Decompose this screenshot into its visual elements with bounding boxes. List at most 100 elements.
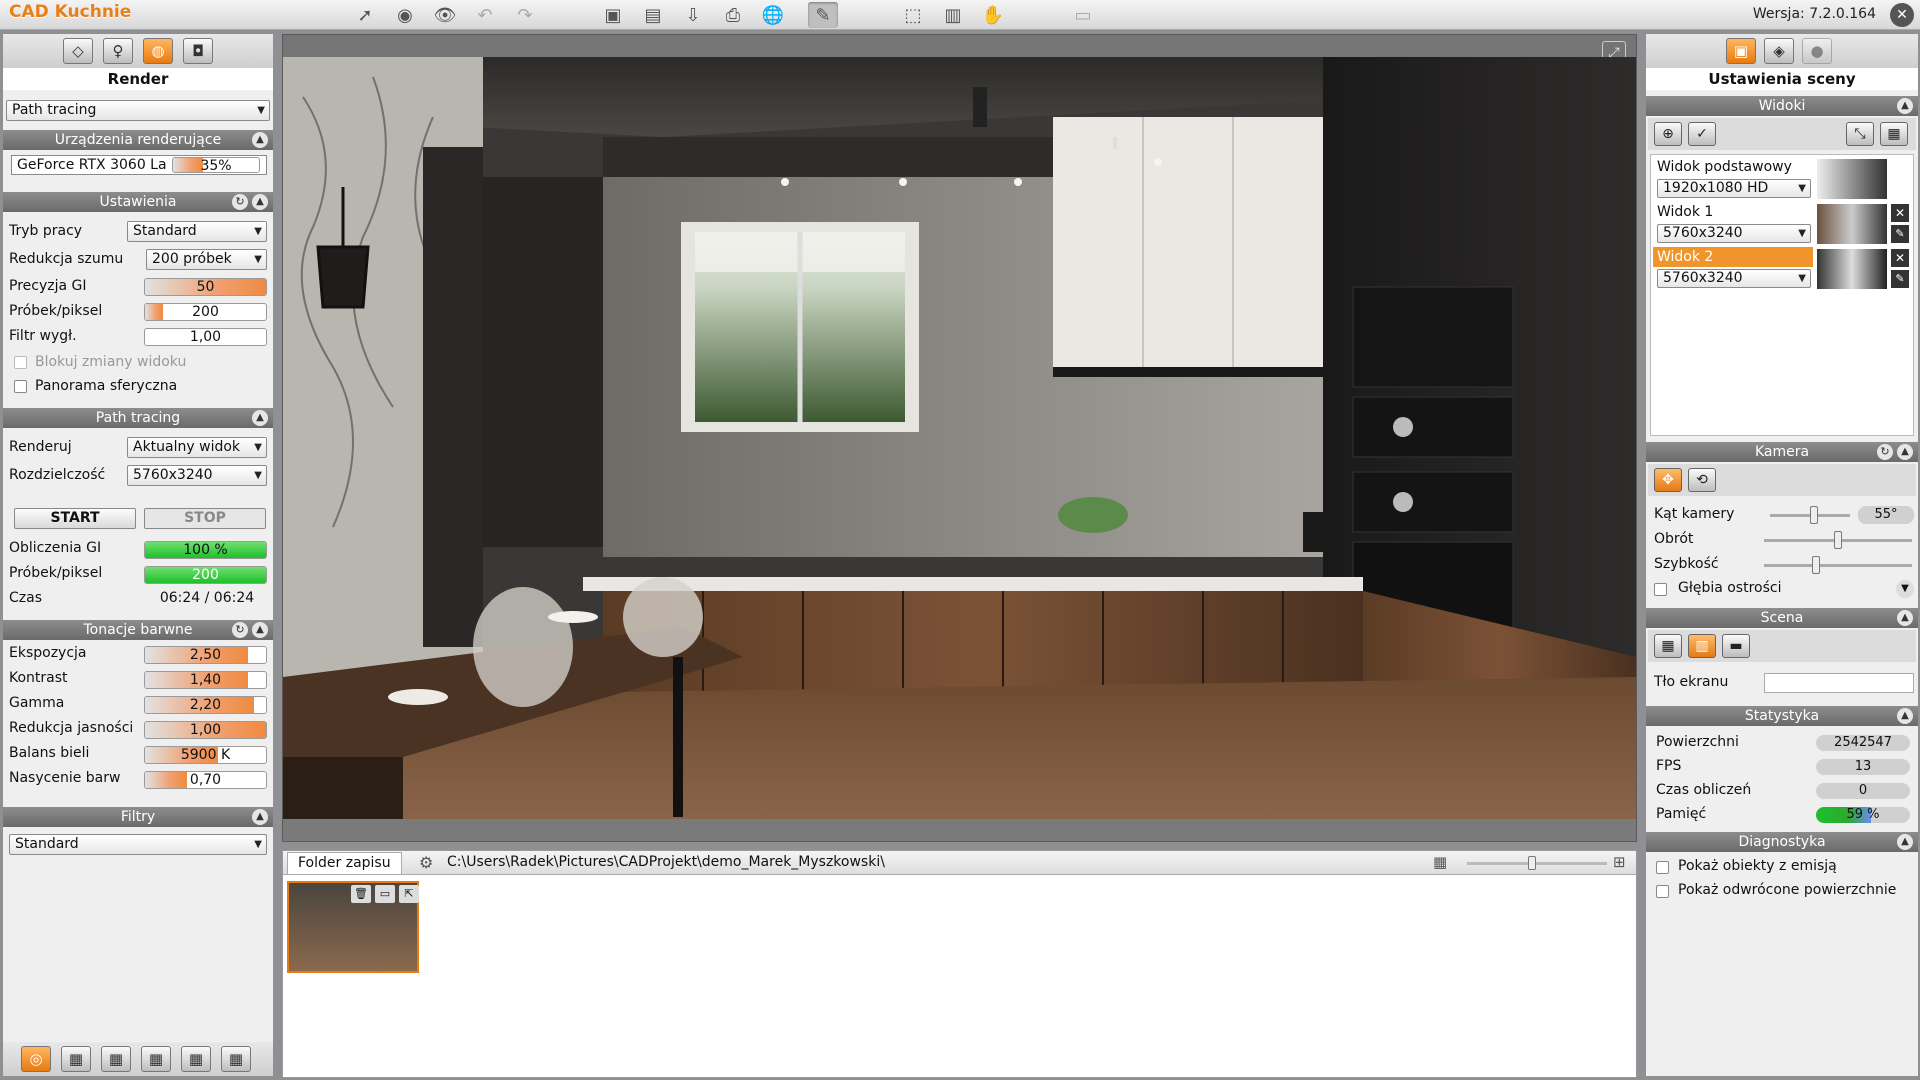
tab-save-folder[interactable]: Folder zapisu xyxy=(287,852,402,874)
orbit-camera-icon[interactable]: ⟲ xyxy=(1688,468,1716,492)
save-icon[interactable]: ▣ xyxy=(598,2,628,28)
window-mode-icon[interactable]: ▭ xyxy=(1068,2,1098,28)
move-camera-icon[interactable]: ✥ xyxy=(1654,468,1682,492)
backfaces-checkbox[interactable] xyxy=(1656,885,1669,898)
collapse-icon[interactable]: ▲ xyxy=(252,410,268,426)
lock-view-checkbox[interactable] xyxy=(14,356,27,369)
filter-slider[interactable]: 1,00 xyxy=(144,328,267,346)
samples-slider[interactable]: 200 xyxy=(144,303,267,321)
eye-icon[interactable]: 👁 xyxy=(430,2,460,28)
save-as-icon[interactable]: ▤ xyxy=(638,2,668,28)
resolution-select[interactable]: 5760x3240 xyxy=(127,465,267,486)
collapse-icon[interactable]: ▲ xyxy=(1897,98,1913,114)
thumb-size-slider[interactable] xyxy=(1467,862,1607,865)
tab-view-icon[interactable]: ◇ xyxy=(63,38,93,64)
collapse-icon[interactable]: ▲ xyxy=(252,809,268,825)
print-icon[interactable]: ⎙ xyxy=(718,2,748,28)
speed-slider[interactable] xyxy=(1764,564,1912,567)
collapse-icon[interactable]: ▲ xyxy=(252,132,268,148)
tone-slider[interactable]: 0,70 xyxy=(144,771,267,789)
view-resolution-select[interactable]: 5760x3240 xyxy=(1657,269,1811,288)
close-icon[interactable]: ✕ xyxy=(1890,3,1914,27)
view-resolution-select[interactable]: 5760x3240 xyxy=(1657,224,1811,243)
thumb-size-handle[interactable] xyxy=(1528,856,1536,870)
view-item[interactable]: Widok podstawowy 1920x1080 HD xyxy=(1653,157,1911,201)
reset-icon[interactable]: ↻ xyxy=(1877,444,1893,460)
export-icon[interactable]: ⇩ xyxy=(678,2,708,28)
view-item-selected[interactable]: Widok 2 5760x3240 ✕ ✎ xyxy=(1653,247,1911,291)
speed-handle[interactable] xyxy=(1811,556,1820,574)
tone-slider[interactable]: 5900 K xyxy=(144,746,267,764)
reset-icon[interactable]: ↻ xyxy=(232,194,248,210)
right-view-icon[interactable]: ▦ xyxy=(181,1046,211,1072)
tab-scene-icon[interactable]: ▣ xyxy=(1726,38,1756,64)
left-view-icon[interactable]: ▦ xyxy=(101,1046,131,1072)
emission-checkbox[interactable] xyxy=(1656,861,1669,874)
view-item[interactable]: Widok 1 5760x3240 ✕ ✎ xyxy=(1653,202,1911,246)
update-view-icon[interactable]: ✓ xyxy=(1688,122,1716,146)
cabinet-icon[interactable]: ▥ xyxy=(938,2,968,28)
web-icon[interactable]: 🌐 xyxy=(758,2,788,28)
collapse-icon[interactable]: ▲ xyxy=(252,194,268,210)
panorama-checkbox[interactable] xyxy=(14,380,27,393)
tone-slider[interactable]: 2,20 xyxy=(144,696,267,714)
open-folder-icon[interactable]: ▭ xyxy=(375,885,395,903)
rotation-handle[interactable] xyxy=(1834,531,1842,549)
camera-angle-handle[interactable] xyxy=(1810,506,1818,524)
collapse-icon[interactable]: ▲ xyxy=(1897,834,1913,850)
top-view-icon[interactable]: ▦ xyxy=(221,1046,251,1072)
delete-view-icon[interactable]: ✕ xyxy=(1891,249,1909,267)
tab-render-icon[interactable]: ◍ xyxy=(143,38,173,64)
grid-views-icon[interactable]: ▦ xyxy=(1880,122,1908,146)
tab-disabled-icon[interactable]: ● xyxy=(1802,38,1832,64)
scene-image-icon[interactable]: ▥ xyxy=(1688,634,1716,658)
delete-view-icon[interactable]: ✕ xyxy=(1891,204,1909,222)
undo-icon[interactable]: ↶ xyxy=(470,2,500,28)
edit-view-icon[interactable]: ✎ xyxy=(1891,270,1909,288)
collapse-icon[interactable]: ▲ xyxy=(1897,444,1913,460)
tone-slider[interactable]: 2,50 xyxy=(144,646,267,664)
eye-orbit-icon[interactable]: ◉ xyxy=(390,2,420,28)
bg-color-swatch[interactable] xyxy=(1764,673,1914,693)
reset-icon[interactable]: ↻ xyxy=(232,622,248,638)
redo-icon[interactable]: ↷ xyxy=(510,2,540,28)
render-target-select[interactable]: Aktualny widok xyxy=(127,437,267,458)
tab-camera-icon[interactable]: ◘ xyxy=(183,38,213,64)
gi-precision-slider[interactable]: 50 xyxy=(144,278,267,296)
render-mode-select[interactable]: Path tracing xyxy=(6,100,270,121)
large-grid-icon[interactable]: ⊞ xyxy=(1613,853,1626,871)
edit-pencil-icon[interactable]: ✎ xyxy=(808,2,838,28)
delete-icon[interactable]: 🗑 xyxy=(351,885,371,903)
tab-light-icon[interactable]: ♀ xyxy=(103,38,133,64)
select-cursor-icon[interactable]: ➚ xyxy=(350,2,380,28)
filter-select[interactable]: Standard xyxy=(9,834,267,855)
collapse-icon[interactable]: ▲ xyxy=(252,622,268,638)
stop-button[interactable]: STOP xyxy=(144,508,266,529)
start-button[interactable]: START xyxy=(14,508,136,529)
hand-icon[interactable]: ✋ xyxy=(978,2,1008,28)
tone-slider[interactable]: 1,00 xyxy=(144,721,267,739)
render-viewport[interactable]: ⤢ xyxy=(282,34,1637,842)
front-view-icon[interactable]: ▦ xyxy=(61,1046,91,1072)
denoise-select[interactable]: 200 próbek xyxy=(146,249,267,270)
view-resolution-select[interactable]: 1920x1080 HD xyxy=(1657,179,1811,198)
collapse-icon[interactable]: ▲ xyxy=(1897,610,1913,626)
collapse-icon[interactable]: ▲ xyxy=(1897,708,1913,724)
expand-views-icon[interactable]: ⤡ xyxy=(1846,122,1874,146)
saved-render-thumbnail[interactable]: 🗑 ▭ ⇱ xyxy=(287,881,419,973)
gpu-device-row[interactable]: GeForce RTX 3060 La 35% xyxy=(11,155,267,175)
3d-view-icon[interactable]: ◎ xyxy=(21,1046,51,1072)
tab-materials-icon[interactable]: ◈ xyxy=(1764,38,1794,64)
chevron-down-icon[interactable]: ▼ xyxy=(1896,580,1914,598)
edit-view-icon[interactable]: ✎ xyxy=(1891,225,1909,243)
add-view-icon[interactable]: ⊕ xyxy=(1654,122,1682,146)
dof-checkbox[interactable] xyxy=(1654,583,1667,596)
scene-color-icon[interactable]: ▬ xyxy=(1722,634,1750,658)
tone-slider[interactable]: 1,40 xyxy=(144,671,267,689)
scene-background-icon[interactable]: ▦ xyxy=(1654,634,1682,658)
gear-icon[interactable]: ⚙ xyxy=(419,853,433,872)
back-view-icon[interactable]: ▦ xyxy=(141,1046,171,1072)
open-image-icon[interactable]: ⇱ xyxy=(399,885,419,903)
work-mode-select[interactable]: Standard xyxy=(127,221,267,242)
room-box-icon[interactable]: ⬚ xyxy=(898,2,928,28)
